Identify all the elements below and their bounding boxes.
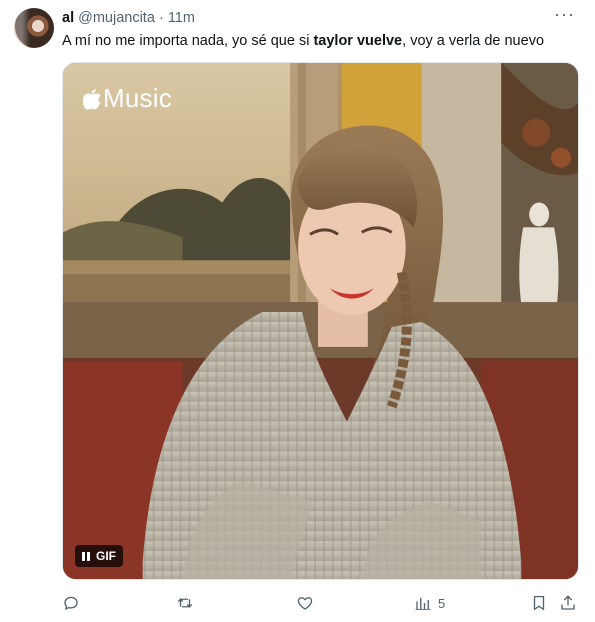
- gif-media[interactable]: Music GIF: [62, 62, 579, 580]
- like-button[interactable]: [296, 592, 314, 614]
- tweet-text-start: A mí no me importa nada, yo sé que si: [62, 33, 314, 49]
- heart-icon: [297, 597, 313, 610]
- share-icon: [561, 595, 575, 610]
- gif-label: GIF: [96, 549, 116, 563]
- pause-icon[interactable]: [82, 551, 90, 561]
- tweet[interactable]: al @mujancita · 11m ··· A mí no me impor…: [0, 0, 595, 622]
- timestamp[interactable]: 11m: [168, 10, 195, 26]
- retweet-icon: [177, 598, 193, 608]
- avatar[interactable]: [14, 8, 54, 48]
- gif-frame: [63, 63, 578, 579]
- tweet-header: al @mujancita · 11m: [62, 9, 195, 27]
- display-name[interactable]: al: [62, 10, 74, 26]
- share-button[interactable]: [559, 592, 577, 614]
- retweet-button[interactable]: [176, 592, 194, 614]
- bookmark-icon: [533, 595, 545, 611]
- apple-logo-icon: [83, 88, 101, 109]
- apple-music-watermark: Music: [83, 83, 172, 114]
- reply-button[interactable]: [62, 592, 80, 614]
- more-options-icon[interactable]: ···: [554, 4, 575, 25]
- separator-dot: ·: [158, 10, 164, 26]
- views-bar-chart-icon: [415, 597, 431, 610]
- tweet-text-end: , voy a verla de nuevo: [402, 33, 545, 49]
- tweet-text-bold: taylor vuelve: [313, 33, 403, 49]
- views-count: 5: [438, 595, 446, 611]
- tweet-actions: 5: [62, 592, 579, 614]
- views-button[interactable]: 5: [414, 592, 445, 614]
- bookmark-button[interactable]: [530, 592, 548, 614]
- reply-icon: [64, 596, 78, 610]
- music-wordmark: Music: [103, 83, 172, 113]
- user-handle[interactable]: @mujancita: [78, 10, 155, 26]
- gif-badge: GIF: [75, 545, 123, 567]
- tweet-text: A mí no me importa nada, yo sé que si ta…: [62, 32, 544, 51]
